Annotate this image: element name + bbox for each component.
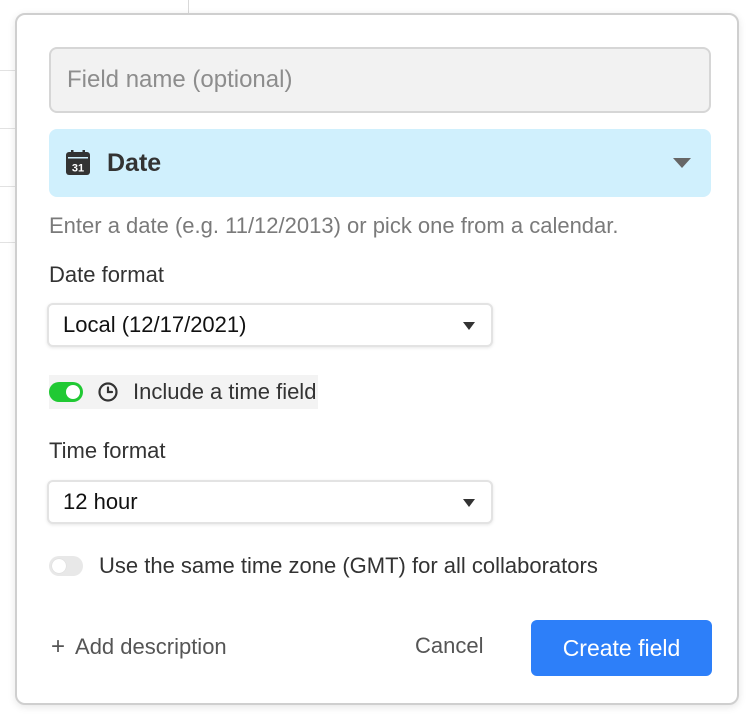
clock-icon — [98, 382, 118, 402]
svg-text:31: 31 — [72, 163, 84, 175]
caret-down-icon — [463, 499, 475, 507]
same-timezone-toggle-row[interactable]: Use the same time zone (GMT) for all col… — [49, 553, 598, 579]
add-description-label: Add description — [75, 634, 227, 659]
field-type-select[interactable]: 31 Date — [49, 129, 711, 197]
same-timezone-label: Use the same time zone (GMT) for all col… — [99, 553, 598, 578]
chevron-down-icon — [673, 158, 691, 168]
field-type-description: Enter a date (e.g. 11/12/2013) or pick o… — [49, 213, 619, 238]
field-name-input[interactable] — [49, 47, 711, 113]
create-field-button[interactable]: Create field — [531, 620, 712, 676]
time-format-value: 12 hour — [63, 489, 138, 514]
toggle-knob — [52, 559, 66, 573]
same-timezone-toggle[interactable] — [49, 556, 83, 576]
caret-down-icon — [463, 322, 475, 330]
grid-divider — [0, 186, 16, 187]
add-description-button[interactable]: + Add description — [51, 633, 227, 661]
field-type-label: Date — [107, 148, 162, 177]
grid-divider — [0, 242, 16, 243]
field-config-dialog: 31 Date Enter a date (e.g. 11/12/2013) o… — [15, 13, 739, 705]
grid-divider — [188, 0, 189, 14]
date-format-label: Date format — [49, 262, 164, 287]
grid-divider — [0, 70, 16, 71]
calendar-icon: 31 — [66, 150, 90, 175]
time-format-select[interactable]: 12 hour — [47, 480, 493, 524]
include-time-toggle[interactable] — [49, 382, 83, 402]
include-time-toggle-row[interactable]: Include a time field — [49, 375, 319, 409]
toggle-knob — [66, 385, 80, 399]
date-format-value: Local (12/17/2021) — [63, 312, 247, 337]
cancel-button[interactable]: Cancel — [415, 633, 483, 659]
plus-icon: + — [51, 633, 66, 660]
grid-divider — [0, 128, 16, 129]
time-format-label: Time format — [49, 438, 166, 463]
include-time-label: Include a time field — [133, 379, 317, 404]
date-format-select[interactable]: Local (12/17/2021) — [47, 303, 493, 347]
